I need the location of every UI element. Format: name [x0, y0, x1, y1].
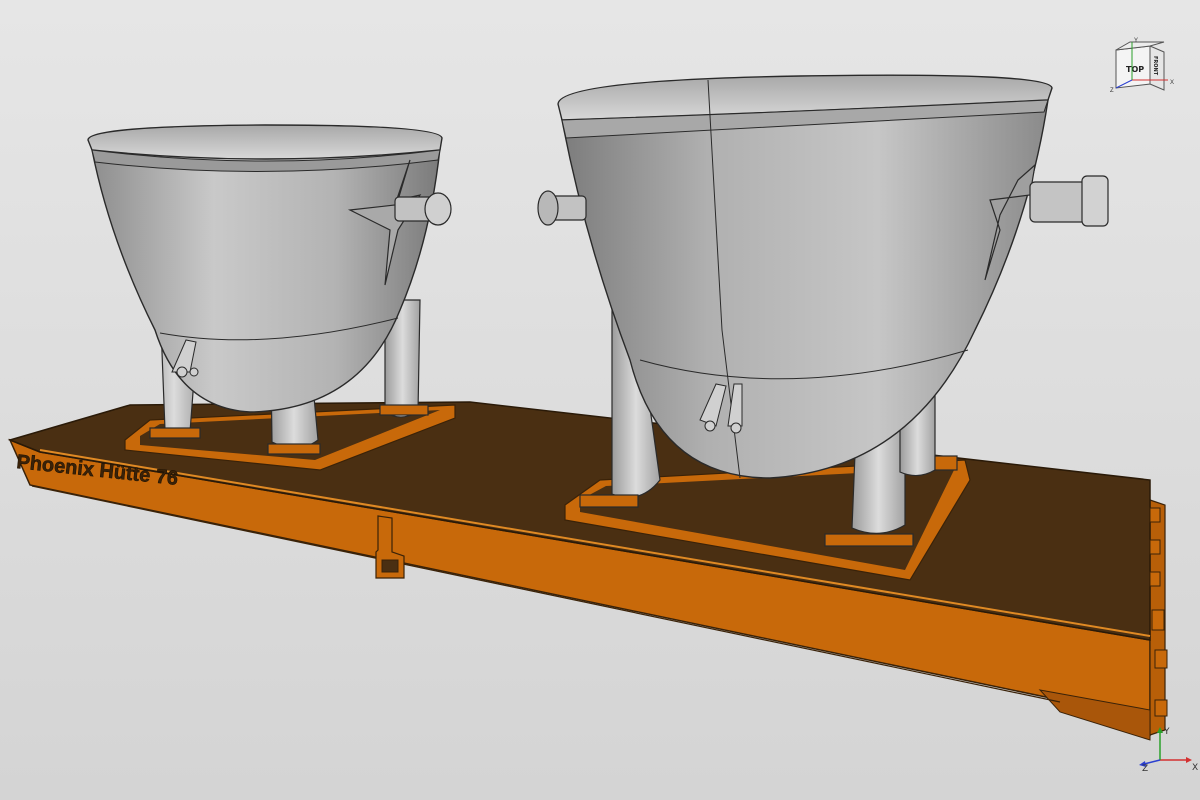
- navigation-cube[interactable]: TOP FRONT Y X Z: [1108, 36, 1178, 96]
- wagon-model-scene[interactable]: Phoenix Hütte 76: [0, 0, 1200, 800]
- triad-x-label: X: [1192, 763, 1198, 772]
- navcube-y-label: Y: [1134, 38, 1138, 44]
- triad-y-arrow: [1157, 727, 1163, 733]
- triad-z-label: Z: [1142, 764, 1148, 772]
- navcube-x-label: X: [1170, 80, 1174, 86]
- hook-eye: [381, 559, 399, 573]
- right-ladle-trunnion-left: [537, 190, 587, 226]
- 3d-viewport[interactable]: Phoenix Hütte 76 TOP FRONT Y X Z Y X Z: [0, 0, 1200, 800]
- navcube-front-label: FRONT: [1152, 56, 1158, 76]
- left-ladle-rim: [87, 124, 443, 160]
- navcube-z-label: Z: [1110, 88, 1114, 94]
- triad-y-label: Y: [1163, 727, 1170, 737]
- navcube-top-label: TOP: [1126, 65, 1144, 74]
- axis-triad: Y X Z: [1138, 724, 1198, 774]
